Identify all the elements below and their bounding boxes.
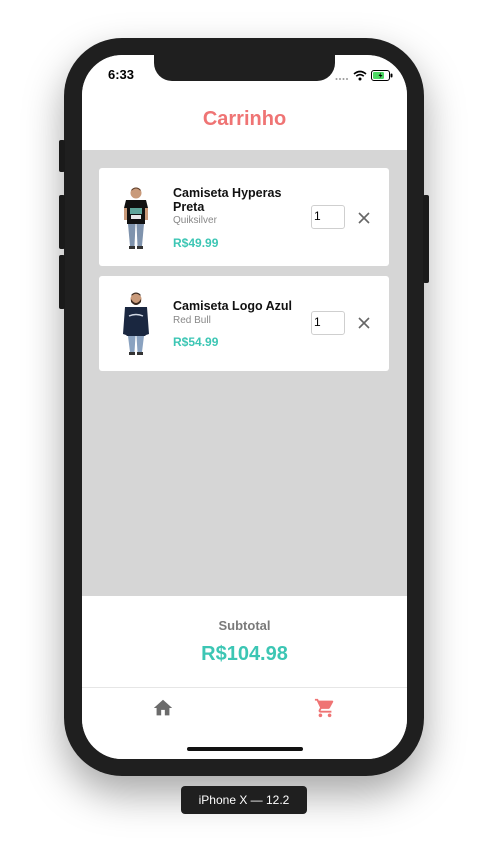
product-name: Camiseta Logo Azul [173, 299, 292, 313]
subtotal-label: Subtotal [218, 618, 271, 633]
cart-item: Camiseta Logo Azul Red Bull R$54.99 1 [99, 276, 389, 371]
product-brand: Quiksilver [173, 215, 217, 226]
product-name: Camiseta Hyperas Preta [173, 186, 282, 214]
app-screen: Carrinho 6:33 Camiseta Hyperas Preta Qui… [82, 55, 407, 759]
volume-up-button [59, 195, 65, 249]
cart-item: Camiseta Hyperas Preta Quiksilver R$49.9… [99, 168, 389, 266]
cellular-signal-icon [335, 68, 349, 86]
product-price: R$54.99 [173, 335, 219, 349]
battery-icon [371, 68, 393, 86]
status-icons [335, 68, 393, 86]
home-indicator [187, 747, 303, 751]
product-price: R$49.99 [173, 236, 219, 250]
power-button [423, 195, 429, 283]
home-icon [152, 699, 174, 723]
status-time: 6:33 [108, 67, 135, 82]
quantity-input[interactable]: 1 [311, 311, 345, 335]
product-image [121, 186, 151, 255]
cart-icon [314, 698, 336, 723]
tabbar-divider [82, 687, 407, 688]
product-brand: Red Bull [173, 315, 211, 326]
product-image [121, 292, 151, 361]
subtotal-value: R$104.98 [201, 643, 288, 665]
close-icon[interactable] [356, 210, 372, 226]
quantity-input[interactable]: 1 [311, 205, 345, 229]
cart-footer: Subtotal R$104.98 [82, 596, 407, 759]
page-title: Carrinho [202, 108, 287, 130]
close-icon[interactable] [356, 315, 372, 331]
silent-switch [59, 140, 65, 172]
tab-home[interactable] [152, 697, 174, 719]
wifi-icon [353, 68, 367, 86]
device-label: iPhone X — 12.2 [181, 786, 307, 814]
tab-cart[interactable] [314, 697, 336, 719]
device-notch [154, 55, 335, 81]
volume-down-button [59, 255, 65, 309]
